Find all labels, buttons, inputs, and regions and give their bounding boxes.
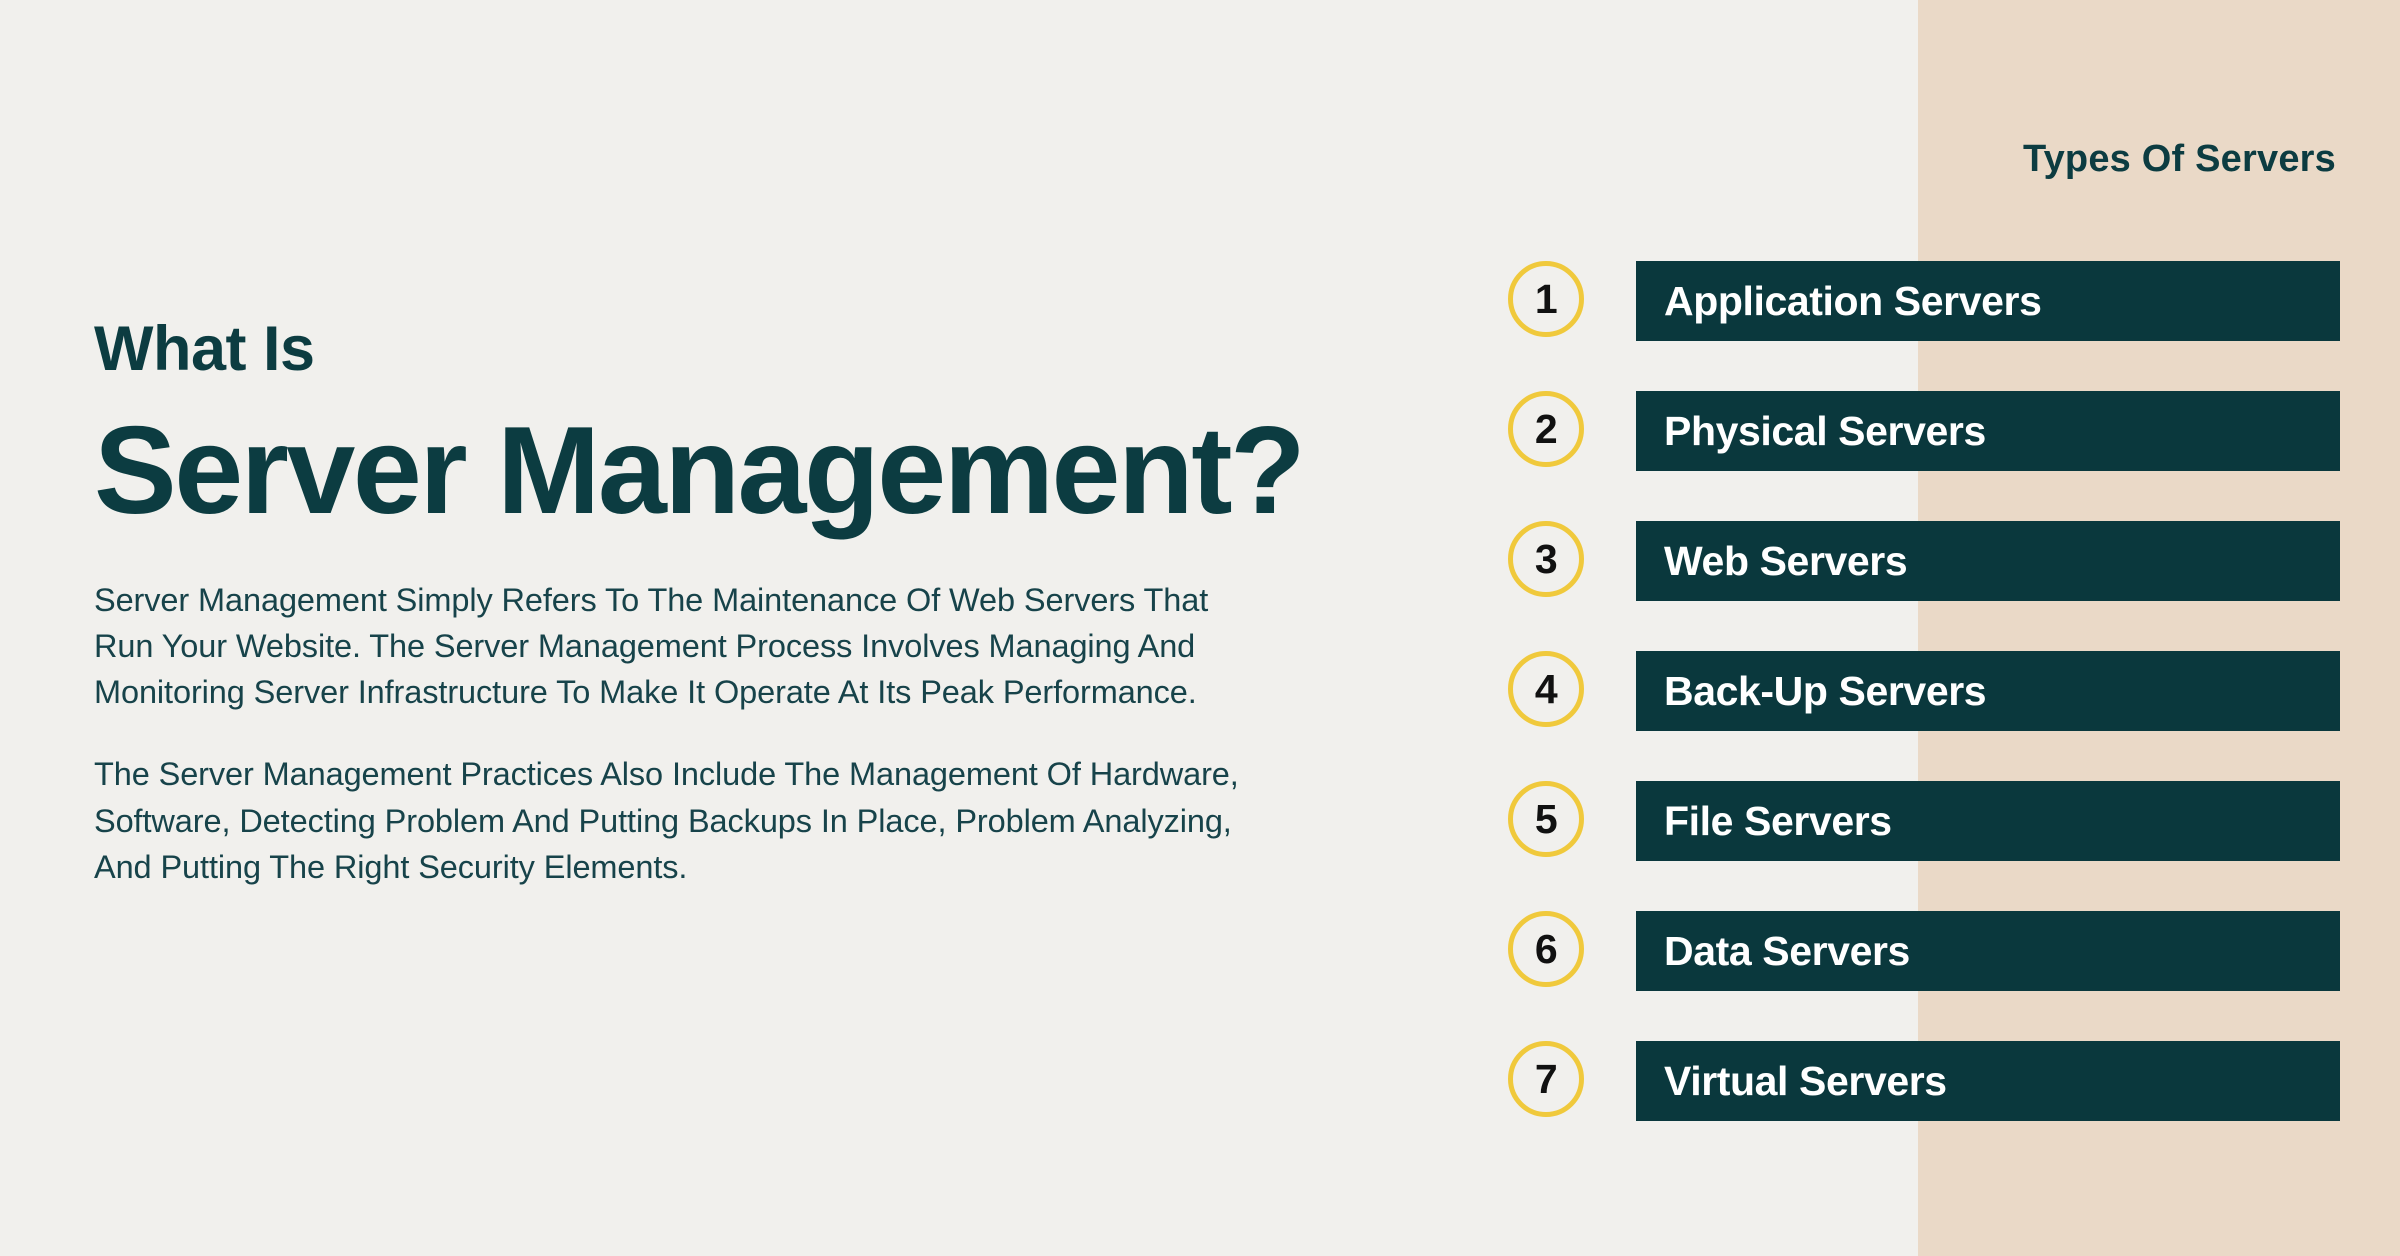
number-badge: 6	[1508, 911, 1584, 987]
number-badge-label: 3	[1534, 535, 1558, 582]
number-badge-label: 6	[1534, 925, 1558, 972]
list-item[interactable]: 4 Back-Up Servers	[1500, 651, 2360, 731]
server-type-label: Back-Up Servers	[1664, 667, 1987, 714]
server-type-bar[interactable]: Data Servers	[1636, 911, 2340, 991]
number-badge: 1	[1508, 261, 1584, 337]
list-item[interactable]: 6 Data Servers	[1500, 911, 2360, 991]
server-type-label: Virtual Servers	[1664, 1057, 1947, 1104]
server-type-label: Physical Servers	[1664, 407, 1986, 454]
body-paragraph-2: The Server Management Practices Also Inc…	[94, 756, 1239, 885]
infographic-canvas: What Is Server Management? Server Manage…	[0, 0, 2400, 1256]
body-paragraph-1: Server Management Simply Refers To The M…	[94, 582, 1209, 711]
list-item[interactable]: 3 Web Servers	[1500, 521, 2360, 601]
list-item[interactable]: 2 Physical Servers	[1500, 391, 2360, 471]
server-type-label: Data Servers	[1664, 927, 1910, 974]
number-badge: 2	[1508, 391, 1584, 467]
server-type-label: Application Servers	[1664, 277, 2042, 324]
article-text-column: What Is Server Management? Server Manage…	[94, 318, 1454, 890]
number-badge-label: 7	[1534, 1055, 1558, 1102]
server-type-bar[interactable]: Web Servers	[1636, 521, 2340, 601]
number-badge: 3	[1508, 521, 1584, 597]
number-badge: 5	[1508, 781, 1584, 857]
list-item[interactable]: 7 Virtual Servers	[1500, 1041, 2360, 1121]
number-badge-label: 2	[1534, 405, 1558, 452]
server-type-label: Web Servers	[1664, 537, 1908, 584]
server-type-bar[interactable]: Back-Up Servers	[1636, 651, 2340, 731]
server-type-label: File Servers	[1664, 797, 1892, 844]
panel-heading: Types Of Servers	[2023, 138, 2336, 180]
list-item[interactable]: 1 Application Servers	[1500, 261, 2360, 341]
list-item[interactable]: 5 File Servers	[1500, 781, 2360, 861]
server-type-bar[interactable]: Virtual Servers	[1636, 1041, 2340, 1121]
server-type-bar[interactable]: Application Servers	[1636, 261, 2340, 341]
server-type-bar[interactable]: Physical Servers	[1636, 391, 2340, 471]
number-badge-label: 1	[1534, 275, 1558, 322]
eyebrow-heading: What Is	[94, 314, 315, 384]
number-badge: 4	[1508, 651, 1584, 727]
number-badge-label: 5	[1534, 795, 1558, 842]
server-types-list: 1 Application Servers 2 Physical Servers…	[1500, 261, 2360, 1121]
page-title: Server Management?	[94, 402, 1306, 540]
number-badge-label: 4	[1534, 665, 1558, 712]
number-badge: 7	[1508, 1041, 1584, 1117]
server-type-bar[interactable]: File Servers	[1636, 781, 2340, 861]
